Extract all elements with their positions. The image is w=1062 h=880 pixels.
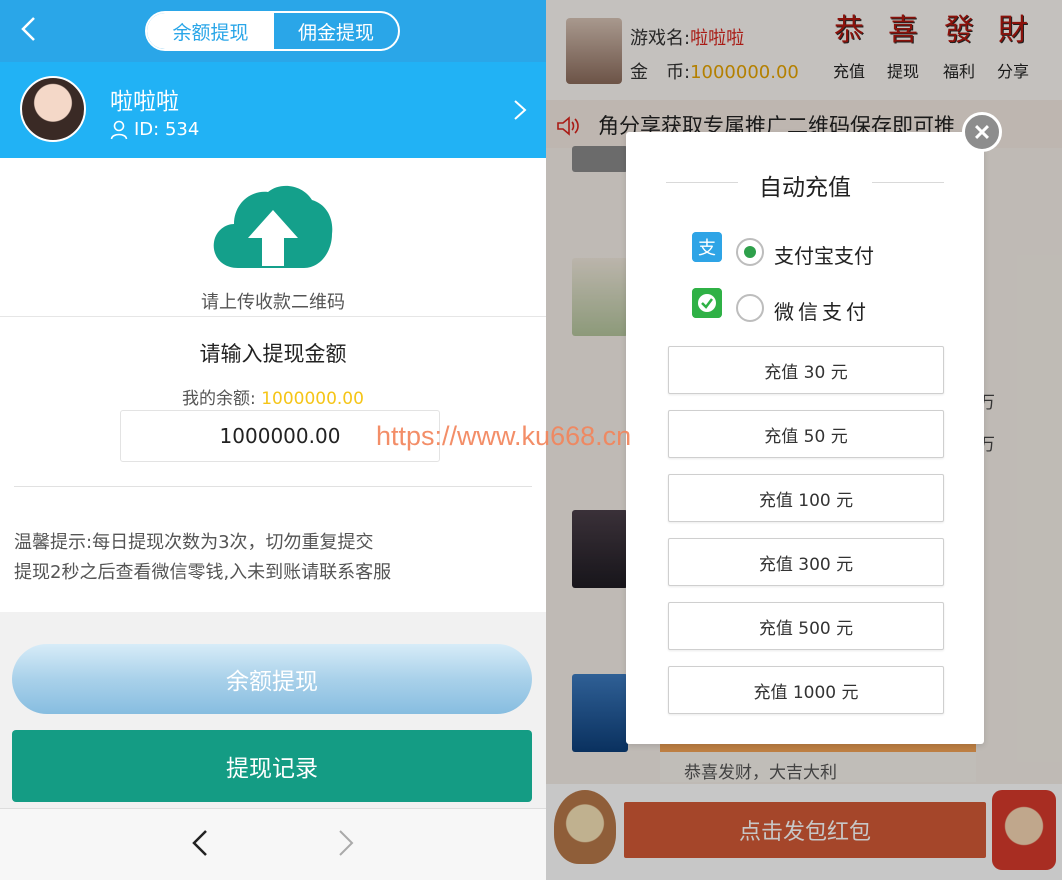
avatar — [20, 76, 86, 142]
back-nav-icon[interactable] — [188, 827, 212, 859]
profile-name: 啦啦啦 — [110, 89, 179, 115]
withdraw-type-tabs: 余额提现 佣金提现 — [145, 11, 400, 51]
alipay-icon: 支 — [692, 232, 722, 262]
tip-line: 温馨提示:每日提现次数为3次，切勿重复提交 — [14, 532, 374, 553]
alipay-label[interactable]: 支付宝支付 — [774, 240, 874, 269]
tab-commission-withdraw[interactable]: 佣金提现 — [274, 13, 398, 49]
radio-selected-dot — [744, 246, 756, 258]
recharge-amount-button[interactable]: 充值 100 元 — [668, 474, 944, 522]
divider — [14, 486, 532, 487]
forward-nav-icon[interactable] — [334, 827, 358, 859]
withdraw-records-button[interactable]: 提现记录 — [12, 730, 532, 802]
recharge-amount-button[interactable]: 充值 50 元 — [668, 410, 944, 458]
title-divider — [872, 182, 944, 183]
upload-qr-label: 请上传收款二维码 — [201, 292, 345, 313]
recharge-amount-button[interactable]: 充值 300 元 — [668, 538, 944, 586]
chevron-right-icon — [514, 100, 527, 120]
watermark: https://www.ku668.cn — [376, 421, 632, 451]
wechat-pay-icon — [692, 288, 722, 318]
wechat-pay-radio[interactable] — [736, 294, 764, 322]
wechat-pay-label[interactable]: 微信支付 — [774, 296, 870, 325]
alipay-radio[interactable] — [736, 238, 764, 266]
qr-upload-area[interactable]: 请上传收款二维码 — [0, 158, 546, 318]
cloud-upload-icon — [213, 185, 333, 268]
svg-text:支: 支 — [698, 238, 716, 259]
profile-row[interactable]: 啦啦啦 ID: 534 — [0, 62, 546, 158]
user-icon — [110, 120, 128, 140]
balance-label: 我的余额: — [182, 389, 262, 409]
divider — [0, 316, 546, 317]
balance-withdraw-button[interactable]: 余额提现 — [12, 644, 532, 714]
browser-nav-bar — [0, 808, 546, 880]
top-bar: 余额提现 佣金提现 — [0, 0, 546, 62]
recharge-amount-button[interactable]: 充值 500 元 — [668, 602, 944, 650]
amount-title: 请输入提现金额 — [199, 342, 347, 366]
modal-title: 自动充值 — [759, 175, 851, 201]
profile-id: ID: 534 — [134, 119, 200, 140]
balance-value: 1000000.00 — [261, 389, 364, 409]
recharge-amount-button[interactable]: 充值 30 元 — [668, 346, 944, 394]
close-icon[interactable] — [962, 112, 1002, 152]
recharge-amount-button[interactable]: 充值 1000 元 — [668, 666, 944, 714]
tab-balance-withdraw[interactable]: 余额提现 — [147, 13, 274, 49]
recharge-modal: 自动充值 支 支付宝支付 微信支付 充值 30 元 充值 50 元 充值 100… — [626, 132, 984, 744]
screen-root: 余额提现 佣金提现 啦啦啦 ID: 534 请上传收款二维码 请输入提现金额 我… — [0, 0, 1062, 880]
balance-row: 我的余额: 1000000.00 — [0, 384, 546, 409]
back-arrow-icon[interactable] — [14, 14, 44, 44]
tip-line: 提现2秒之后查看微信零钱,入未到账请联系客服 — [14, 562, 392, 583]
